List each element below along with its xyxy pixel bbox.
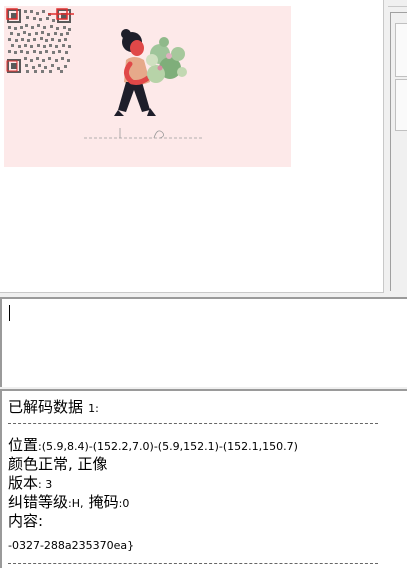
result-title-index: 1:: [88, 402, 99, 415]
side-panel-frame: [390, 12, 407, 291]
separator-top: [8, 423, 378, 424]
ecc-label: 纠错等级: [8, 493, 69, 511]
version-value: : 3: [38, 478, 53, 491]
ecc-row: 纠错等级:H, 掩码:0: [8, 491, 129, 512]
side-panel-button-top[interactable]: [395, 23, 407, 77]
qr-image: [4, 6, 291, 167]
side-panel-button-bottom[interactable]: [395, 79, 407, 131]
result-title-text: 已解码数据: [8, 398, 84, 416]
decode-result-pane[interactable]: 已解码数据 1: 位置:(5.9,8.4)-(152.2,7.0)-(5.9,1…: [0, 389, 407, 568]
side-panel: [384, 0, 407, 292]
text-caret: [9, 305, 10, 321]
result-title: 已解码数据 1:: [8, 396, 99, 417]
separator-bottom: [8, 563, 378, 564]
content-row: 内容:: [8, 510, 43, 531]
position-value: :(5.9,8.4)-(152.2,7.0)-(5.9,152.1)-(152.…: [38, 440, 298, 453]
content-value-row: -0327-288a235370ea}: [8, 534, 134, 553]
image-preview-pane: [0, 0, 384, 293]
content-value: -0327-288a235370ea}: [8, 539, 135, 552]
mask-label: 掩码: [88, 493, 119, 511]
color-status: 颜色正常, 正像: [8, 455, 108, 473]
position-row: 位置:(5.9,8.4)-(152.2,7.0)-(5.9,152.1)-(15…: [8, 434, 298, 455]
color-row: 颜色正常, 正像: [8, 453, 108, 474]
position-label: 位置: [8, 436, 39, 454]
detection-marker-icon: [6, 8, 74, 72]
version-label: 版本: [8, 474, 39, 492]
mask-value: :0: [118, 497, 130, 510]
version-row: 版本: 3: [8, 472, 52, 493]
content-label: 内容:: [8, 512, 44, 530]
side-panel-divider: [388, 6, 407, 7]
ecc-value: :H,: [68, 497, 84, 510]
text-input-area[interactable]: [0, 297, 407, 387]
person-illustration: [84, 29, 204, 139]
